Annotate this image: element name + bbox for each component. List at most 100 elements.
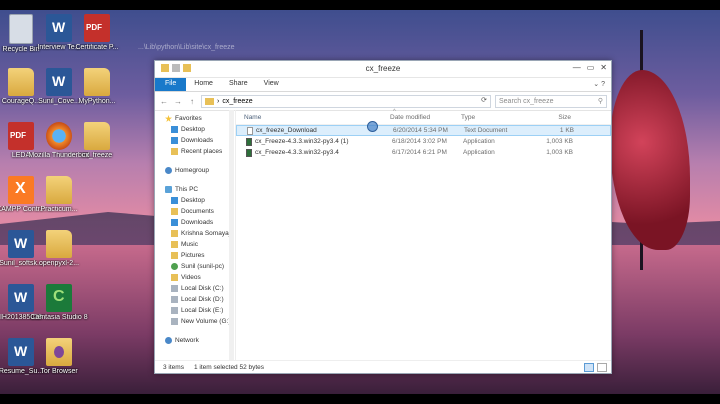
folder-icon xyxy=(46,230,72,258)
mouse-cursor-highlight xyxy=(367,121,378,132)
explorer-window: cx_freeze — ▭ ✕ File Home Share View ⌄ ?… xyxy=(154,60,612,374)
file-name: cx_Freeze-4.3.3.win32-py3.4 xyxy=(255,149,339,156)
sidebar-item-label: New Volume (G:) xyxy=(181,318,231,325)
file-list: ^ Name Date modified Type Size cx_freeze… xyxy=(236,109,611,361)
maximize-button[interactable]: ▭ xyxy=(587,63,595,72)
sidebar-item-label: Documents xyxy=(181,208,214,215)
folder-icon xyxy=(171,126,178,133)
file-rows: cx_freeze_Download 6/20/2014 5:34 PM Text … xyxy=(236,125,611,158)
desktop-icon-mypython[interactable]: MyPython... xyxy=(66,68,128,105)
file-name: cx_freeze_Download xyxy=(256,127,317,134)
desktop-icon-label: openpyxl-2... xyxy=(38,260,80,267)
minimize-button[interactable]: — xyxy=(573,63,581,72)
column-name[interactable]: Name xyxy=(236,114,382,121)
sidebar-item-local-disk-d-[interactable]: Local Disk (D:) xyxy=(155,294,235,305)
sort-arrow-icon: ^ xyxy=(393,109,396,115)
desktop-icon-openpyxl[interactable]: openpyxl-2... xyxy=(28,230,90,267)
sidebar-item-label: Recent places xyxy=(181,148,223,155)
large-icons-view-icon[interactable] xyxy=(597,362,607,372)
file-type: Text Document xyxy=(464,127,508,134)
nav-this-pc[interactable]: This PC xyxy=(155,184,235,195)
tab-view[interactable]: View xyxy=(256,78,287,91)
file-date: 6/20/2014 5:34 PM xyxy=(393,127,448,134)
table-row[interactable]: cx_Freeze-4.3.3.win32-py3.4 (1) 6/18/2014… xyxy=(236,136,611,147)
file-size: 1,003 KB xyxy=(546,138,573,145)
desktop-icon-tor[interactable]: Tor Browser xyxy=(28,338,90,375)
drive-icon xyxy=(171,318,178,325)
folder-icon xyxy=(171,230,178,237)
sidebar-item-music[interactable]: Music xyxy=(155,239,235,250)
ribbon-tabs: File Home Share View ⌄ ? xyxy=(155,78,611,92)
tab-share[interactable]: Share xyxy=(221,78,256,91)
sidebar-item-krishna-somayaji[interactable]: Krishna Somayaji xyxy=(155,228,235,239)
window-title: cx_freeze xyxy=(365,64,401,73)
camtasia-icon xyxy=(46,284,72,312)
ribbon-expand-button[interactable]: ⌄ ? xyxy=(587,78,611,91)
tab-home[interactable]: Home xyxy=(186,78,221,91)
sidebar-item-local-disk-e-[interactable]: Local Disk (E:) xyxy=(155,305,235,316)
tab-file[interactable]: File xyxy=(155,78,187,91)
desktop-icon-certificate[interactable]: Certificate P... xyxy=(66,14,128,51)
item-count: 3 items xyxy=(163,363,184,371)
file-name-cell: cx_Freeze-4.3.3.win32-py3.4 xyxy=(236,148,384,157)
file-type: Application xyxy=(463,138,495,145)
view-switcher xyxy=(584,362,611,372)
sidebar-item-downloads[interactable]: Downloads xyxy=(155,217,235,228)
sidebar-item-local-disk-c-[interactable]: Local Disk (C:) xyxy=(155,283,235,294)
sidebar-item-new-volume-g-[interactable]: New Volume (G:) xyxy=(155,316,235,327)
sidebar-item-pictures[interactable]: Pictures xyxy=(155,250,235,261)
file-name-cell: cx_Freeze-4.3.3.win32-py3.4 (1) xyxy=(236,137,384,146)
nav-network[interactable]: Network xyxy=(155,335,235,346)
column-size[interactable]: Size xyxy=(523,114,575,121)
table-row[interactable]: cx_Freeze-4.3.3.win32-py3.4 6/17/2014 6:2… xyxy=(236,147,611,158)
drive-icon xyxy=(171,307,178,314)
nav-homegroup[interactable]: Homegroup xyxy=(155,165,235,176)
column-type[interactable]: Type xyxy=(453,114,523,121)
desktop-icon-practicum[interactable]: Practicum... xyxy=(28,176,90,213)
sidebar-item-documents[interactable]: Documents xyxy=(155,206,235,217)
desktop-icon-cxfreeze-desk[interactable]: cx_freeze xyxy=(66,122,128,159)
sidebar-item-sunil-sunil-pc-[interactable]: Sunil (sunil-pc) xyxy=(155,261,235,272)
table-row[interactable]: cx_freeze_Download 6/20/2014 5:34 PM Text … xyxy=(236,125,611,136)
explorer-body: Favorites Desktop Downloads Recent places … xyxy=(155,109,611,361)
title-bar[interactable]: cx_freeze — ▭ ✕ xyxy=(155,61,611,78)
folder-icon xyxy=(84,122,110,150)
application-icon xyxy=(246,148,252,157)
sidebar-item-desktop[interactable]: Desktop xyxy=(155,124,235,135)
nav-scrollbar[interactable] xyxy=(229,110,234,361)
desktop-icon-label: Certificate P... xyxy=(75,44,119,51)
sidebar-item-videos[interactable]: Videos xyxy=(155,272,235,283)
file-name-cell: cx_freeze_Download xyxy=(237,126,385,135)
folder-icon xyxy=(171,263,178,270)
file-size: 1 KB xyxy=(559,127,574,134)
sidebar-item-label: Videos xyxy=(181,274,201,281)
sidebar-item-desktop[interactable]: Desktop xyxy=(155,195,235,206)
details-view-icon[interactable] xyxy=(584,362,594,372)
search-placeholder: Search cx_freeze xyxy=(499,97,554,105)
desktop-icon-camtasia[interactable]: Camtasia Studio 8 xyxy=(28,284,90,321)
close-button[interactable]: ✕ xyxy=(600,63,607,72)
sidebar-item-label: Desktop xyxy=(181,126,205,133)
network-icon xyxy=(165,337,172,344)
refresh-icon[interactable]: ⟳ xyxy=(481,96,487,104)
search-icon: ⚲ xyxy=(597,98,603,105)
window-controls: — ▭ ✕ xyxy=(573,63,607,72)
sidebar-item-downloads[interactable]: Downloads xyxy=(155,135,235,146)
sidebar-item-label: Desktop xyxy=(181,197,205,204)
desktop-icon-label: MyPython... xyxy=(78,98,116,105)
file-type: Application xyxy=(463,149,495,156)
folder-icon xyxy=(171,197,178,204)
up-button[interactable]: ↑ xyxy=(187,97,197,106)
desktop: Recycle BinInterview Te...Certificate P.… xyxy=(0,10,720,394)
sidebar-item-label: Krishna Somayaji xyxy=(181,230,232,237)
folder-icon xyxy=(171,252,178,259)
nav-favorites[interactable]: Favorites xyxy=(155,113,235,124)
folder-icon xyxy=(171,137,178,144)
back-button[interactable]: ← xyxy=(159,97,169,106)
sidebar-item-recent-places[interactable]: Recent places xyxy=(155,146,235,157)
tor-icon xyxy=(46,338,72,366)
search-input[interactable]: Search cx_freeze ⚲ xyxy=(495,94,607,108)
forward-button[interactable]: → xyxy=(173,97,183,106)
navigation-pane: Favorites Desktop Downloads Recent places … xyxy=(155,110,236,361)
address-bar[interactable]: › cx_freeze ⟳ xyxy=(201,94,491,108)
